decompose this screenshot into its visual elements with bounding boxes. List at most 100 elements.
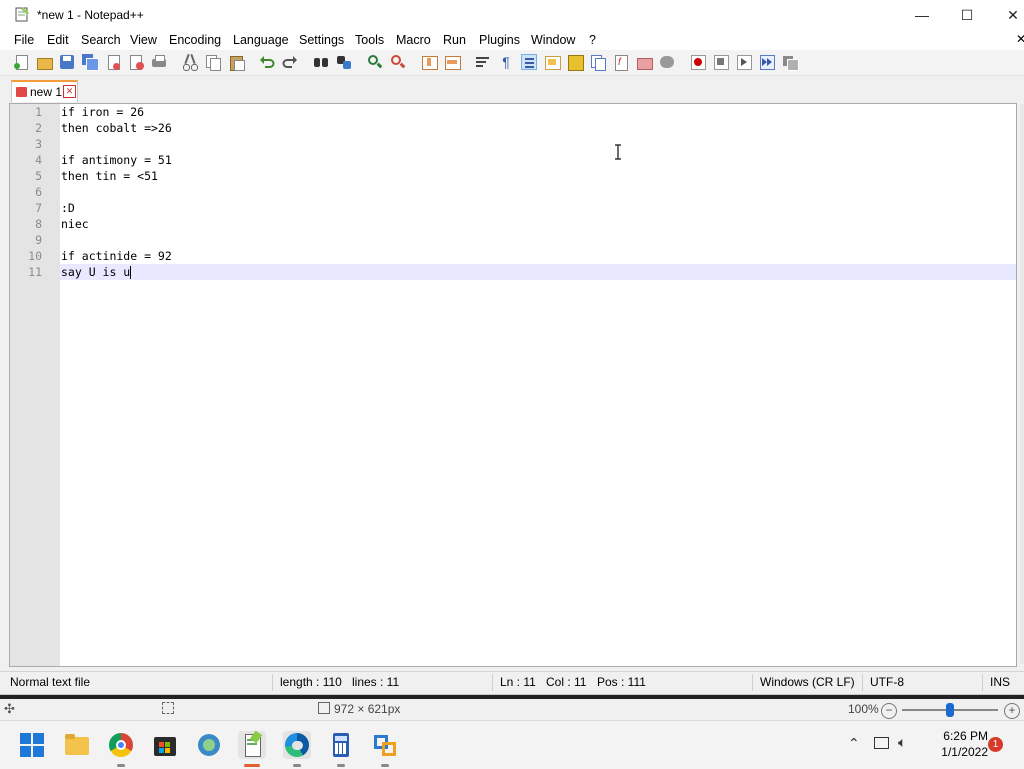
close-document-icon[interactable]: ✕ [1016,32,1024,46]
monitoring-icon[interactable] [659,54,675,70]
close-all-icon[interactable] [128,54,144,70]
running-indicator [381,764,389,767]
status-insert-mode[interactable]: INS [990,675,1010,689]
paste-icon[interactable] [228,54,245,71]
zoom-in-icon[interactable] [367,54,383,70]
zoom-out-icon[interactable] [390,54,406,70]
new-file-icon[interactable] [13,54,29,70]
status-encoding[interactable]: UTF-8 [870,675,904,689]
save-macro-icon[interactable] [782,54,799,71]
folder-workspace-icon[interactable] [636,54,653,70]
zoom-slider-thumb[interactable] [946,703,954,717]
zoom-out-button[interactable]: − [881,703,897,719]
code-line[interactable]: :D [60,200,1016,216]
code-line[interactable]: then cobalt =>26 [60,120,1016,136]
vertical-scrollbar[interactable] [1020,104,1024,664]
notepadpp-app-icon [14,6,30,22]
code-line[interactable] [60,184,1016,200]
horizontal-scrollbar[interactable] [0,695,1024,699]
document-list-icon[interactable] [590,54,606,71]
word-wrap-icon[interactable] [475,54,491,70]
playback-macro-icon[interactable] [736,54,752,70]
maximize-button[interactable]: ☐ [944,0,990,30]
user-language-icon[interactable] [544,54,561,70]
open-file-icon[interactable] [36,54,53,70]
volume-icon[interactable]: 🔈︎ [898,734,906,751]
menu-plugins[interactable]: Plugins [479,33,520,47]
menu-help[interactable]: ? [589,33,596,47]
menu-encoding[interactable]: Encoding [169,33,221,47]
line-number: 7 [35,201,42,215]
notification-badge[interactable]: 1 [988,737,1003,752]
find-icon[interactable] [313,54,329,70]
sync-horizontal-icon[interactable] [444,54,461,70]
title-bar: *new 1 - Notepad++ — ☐ ✕ [0,0,1024,30]
edge-icon[interactable] [283,731,311,759]
selection-icon [162,702,174,714]
move-icon[interactable]: ✣ [4,701,15,717]
store-icon[interactable] [151,731,179,759]
stop-record-icon[interactable] [713,54,729,70]
record-macro-icon[interactable] [690,54,706,70]
menu-window[interactable]: Window [531,33,575,47]
run-macro-multiple-icon[interactable] [759,54,775,70]
sync-vertical-icon[interactable] [421,54,438,70]
zoom-in-button[interactable]: + [1004,703,1020,719]
tab-close-icon[interactable]: ✕ [63,85,76,98]
menu-search[interactable]: Search [81,33,121,47]
active-indicator [244,764,260,767]
undo-icon[interactable] [259,54,275,70]
status-eol[interactable]: Windows (CR LF) [760,675,855,689]
replace-icon[interactable] [336,54,352,70]
code-line[interactable]: say U is u [60,264,1016,280]
menu-run[interactable]: Run [443,33,466,47]
code-line[interactable] [60,232,1016,248]
notepadpp-icon[interactable] [238,730,266,759]
code-line[interactable]: if antimony = 51 [60,152,1016,168]
cut-icon[interactable] [182,53,198,71]
code-line[interactable]: if actinide = 92 [60,248,1016,264]
start-icon[interactable] [18,731,46,759]
save-all-icon[interactable] [82,54,99,71]
copy-icon[interactable] [205,54,221,71]
close-button[interactable]: ✕ [990,0,1024,30]
remote-icon[interactable] [371,731,399,759]
menu-edit[interactable]: Edit [47,33,69,47]
print-icon[interactable] [151,54,167,70]
redo-icon[interactable] [282,54,298,70]
status-bar: Normal text file length : 110 lines : 11… [0,671,1024,693]
save-icon[interactable] [59,54,75,70]
line-number: 4 [35,153,42,167]
editor[interactable]: 1 2 3 4 5 6 7 8 9 10 11 if iron = 26 then cobalt =>… [9,103,1017,667]
code-line[interactable]: niec [60,216,1016,232]
document-map-icon[interactable] [567,54,584,71]
chrome-icon[interactable] [107,731,135,759]
file-explorer-icon[interactable] [63,731,91,759]
status-divider [492,674,493,691]
tab-new-1[interactable]: new 1 ✕ [11,80,78,102]
clock-date[interactable]: 1/1/2022 [928,745,988,759]
clock-time[interactable]: 6:26 PM [928,729,988,743]
menu-file[interactable]: File [14,33,34,47]
status-pos: Pos : 111 [597,675,646,689]
menu-tools[interactable]: Tools [355,33,384,47]
chevron-up-icon[interactable]: ⌃ [848,735,860,752]
menu-language[interactable]: Language [233,33,289,47]
menu-view[interactable]: View [130,33,157,47]
network-icon[interactable] [874,737,889,749]
code-line[interactable]: if iron = 26 [60,104,1016,120]
calculator-icon[interactable] [327,731,355,759]
code-line[interactable]: then tin = <51 [60,168,1016,184]
running-indicator [117,764,125,767]
show-all-chars-icon[interactable]: ¶ [498,54,514,70]
text-area[interactable]: if iron = 26 then cobalt =>26 if antimony … [60,104,1016,280]
app-icon[interactable] [195,731,223,759]
menu-bar: File Edit Search View Encoding Language … [0,30,1024,50]
close-icon[interactable] [105,54,121,70]
function-list-icon[interactable]: f [613,54,629,71]
menu-settings[interactable]: Settings [299,33,344,47]
indent-guide-icon[interactable] [521,54,537,70]
minimize-button[interactable]: — [899,0,945,30]
menu-macro[interactable]: Macro [396,33,431,47]
code-line[interactable] [60,136,1016,152]
